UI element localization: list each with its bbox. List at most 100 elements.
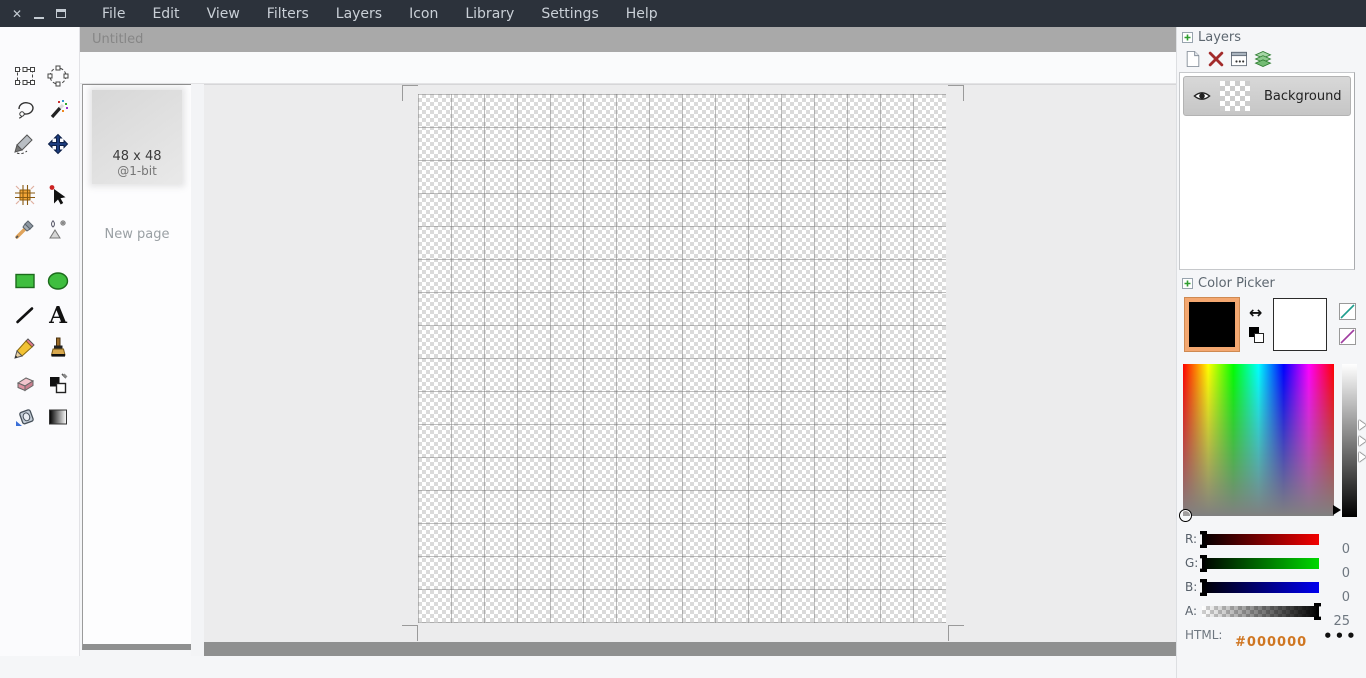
crop-tool[interactable] bbox=[12, 182, 38, 208]
hotspot-tool[interactable] bbox=[45, 182, 71, 208]
expander-icon[interactable] bbox=[1182, 32, 1193, 43]
delete-layer-icon bbox=[1206, 49, 1226, 69]
canvas-corner-handle[interactable] bbox=[402, 85, 418, 101]
menu-library[interactable]: Library bbox=[465, 6, 514, 22]
canvas-corner-handle[interactable] bbox=[948, 625, 964, 641]
rectangular-select-icon bbox=[13, 64, 37, 88]
panel-splitter[interactable] bbox=[191, 84, 204, 656]
red-channel-slider[interactable] bbox=[1202, 534, 1319, 545]
layer-list: Background bbox=[1179, 72, 1355, 270]
canvas-bottom-bar bbox=[204, 642, 1176, 657]
menu-icon[interactable]: Icon bbox=[409, 6, 438, 22]
slider-handle[interactable] bbox=[1314, 603, 1321, 620]
line-tool[interactable] bbox=[12, 302, 38, 328]
eyedropper-icon bbox=[13, 217, 37, 241]
new-layer-icon bbox=[1183, 49, 1203, 69]
freehand-select-tool[interactable] bbox=[12, 131, 38, 157]
color-picker-tool[interactable] bbox=[12, 216, 38, 242]
eraser-icon bbox=[13, 371, 37, 395]
minimize-window-icon[interactable] bbox=[34, 17, 44, 19]
layer-row-background[interactable]: Background bbox=[1183, 76, 1351, 116]
canvas-area bbox=[204, 84, 1176, 656]
default-colors-icon[interactable] bbox=[1249, 327, 1267, 345]
html-color-value[interactable]: #000000 bbox=[1235, 635, 1307, 650]
blue-channel-slider[interactable] bbox=[1202, 582, 1319, 593]
background-color-swatch[interactable] bbox=[1273, 298, 1327, 351]
rectangle-tool[interactable] bbox=[12, 268, 38, 294]
fill-bucket-icon bbox=[13, 405, 37, 429]
green-channel-value: 0 bbox=[1322, 566, 1350, 581]
canvas-corner-handle[interactable] bbox=[948, 85, 964, 101]
gradient-tool[interactable] bbox=[45, 404, 71, 430]
layer-properties-button[interactable] bbox=[1229, 49, 1249, 69]
color-picker-section-header: Color Picker bbox=[1182, 276, 1275, 291]
new-layer-button[interactable] bbox=[1183, 49, 1203, 69]
hue-saturation-map[interactable] bbox=[1183, 364, 1334, 516]
magic-wand-tool[interactable] bbox=[45, 97, 71, 123]
new-page-item[interactable]: New page bbox=[83, 227, 191, 242]
canvas-corner-handle[interactable] bbox=[402, 625, 418, 641]
pages-panel: 48 x 48 @1-bit New page bbox=[82, 84, 192, 650]
menu-filters[interactable]: Filters bbox=[267, 6, 309, 22]
window-controls: ✕ bbox=[0, 8, 88, 20]
slider-handle[interactable] bbox=[1200, 579, 1207, 596]
alpha-channel-slider[interactable] bbox=[1202, 606, 1319, 617]
menu-layers[interactable]: Layers bbox=[336, 6, 382, 22]
foreground-color-swatch[interactable] bbox=[1185, 298, 1239, 351]
value-gradient-bar[interactable] bbox=[1342, 364, 1357, 517]
close-window-icon[interactable]: ✕ bbox=[12, 8, 22, 20]
hue-cursor[interactable] bbox=[1179, 509, 1192, 522]
page-size-label: 48 x 48 bbox=[112, 149, 161, 164]
titlebar: ✕ File Edit View Filters Layers Icon Lib… bbox=[0, 0, 1366, 27]
magic-wand-icon bbox=[46, 98, 70, 122]
elliptical-select-tool[interactable] bbox=[45, 63, 71, 89]
ellipse-tool[interactable] bbox=[45, 268, 71, 294]
menu-settings[interactable]: Settings bbox=[541, 6, 598, 22]
text-tool-icon: A bbox=[49, 304, 67, 327]
eraser-tool[interactable] bbox=[12, 370, 38, 396]
tab-untitled[interactable]: Untitled bbox=[92, 32, 143, 47]
layers-section-header: Layers bbox=[1182, 30, 1241, 45]
retouch-icon bbox=[46, 217, 70, 241]
pencil-tool[interactable] bbox=[12, 335, 38, 361]
color-menu-button[interactable]: ••• bbox=[1323, 627, 1358, 645]
freehand-select-icon bbox=[13, 132, 37, 156]
visibility-eye-icon[interactable] bbox=[1192, 89, 1212, 103]
delete-layer-button[interactable] bbox=[1206, 49, 1226, 69]
swap-colors-icon[interactable]: ↔ bbox=[1249, 303, 1262, 322]
retouch-tool[interactable] bbox=[45, 216, 71, 242]
icon-canvas[interactable] bbox=[418, 94, 946, 623]
rectangular-select-tool[interactable] bbox=[12, 63, 38, 89]
page-thumbnail[interactable]: 48 x 48 @1-bit bbox=[92, 90, 182, 184]
maximize-window-icon[interactable] bbox=[56, 9, 66, 18]
merge-layers-button[interactable] bbox=[1253, 49, 1273, 69]
green-channel-slider[interactable] bbox=[1202, 558, 1319, 569]
slider-handle[interactable] bbox=[1200, 531, 1207, 548]
value-step-marker[interactable] bbox=[1359, 452, 1366, 462]
layer-thumbnail bbox=[1220, 81, 1250, 111]
blue-channel-value: 0 bbox=[1322, 590, 1350, 605]
slider-handle[interactable] bbox=[1200, 555, 1207, 572]
menu-file[interactable]: File bbox=[102, 6, 125, 22]
fill-tool[interactable] bbox=[12, 404, 38, 430]
inverted-color-swatch[interactable] bbox=[1339, 328, 1356, 345]
page-depth-label: @1-bit bbox=[117, 164, 157, 178]
color-replacer-tool[interactable] bbox=[45, 370, 71, 396]
menu-help[interactable]: Help bbox=[626, 6, 658, 22]
value-step-marker[interactable] bbox=[1359, 420, 1366, 430]
layer-name: Background bbox=[1264, 89, 1342, 104]
brush-tool[interactable] bbox=[45, 335, 71, 361]
transparent-color-swatch[interactable] bbox=[1339, 303, 1356, 320]
text-tool[interactable]: A bbox=[45, 302, 71, 328]
color-replacer-icon bbox=[46, 371, 70, 395]
pencil-icon bbox=[13, 336, 37, 360]
expander-icon[interactable] bbox=[1182, 278, 1193, 289]
right-panel: Layers Background Color Picker ↔ bbox=[1176, 27, 1366, 678]
color-picker-title: Color Picker bbox=[1198, 276, 1275, 291]
value-step-marker[interactable] bbox=[1359, 436, 1366, 446]
move-tool[interactable] bbox=[45, 131, 71, 157]
lasso-select-icon bbox=[13, 98, 37, 122]
menu-edit[interactable]: Edit bbox=[152, 6, 179, 22]
menu-view[interactable]: View bbox=[207, 6, 240, 22]
lasso-select-tool[interactable] bbox=[12, 97, 38, 123]
